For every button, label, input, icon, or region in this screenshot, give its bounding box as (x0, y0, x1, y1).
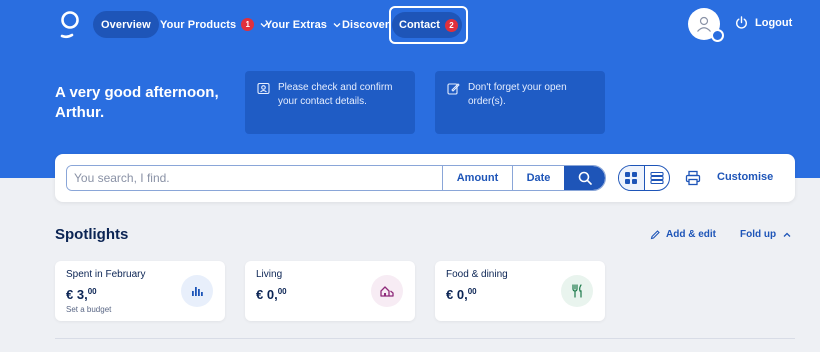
card-amount: € 3,00 (66, 287, 97, 302)
list-view-icon (650, 171, 664, 185)
pencil-icon (650, 230, 660, 240)
card-icon-wrap (371, 275, 403, 307)
fold-up-button[interactable]: Fold up (740, 229, 791, 240)
nav-discover-label: Discover (342, 18, 390, 31)
add-edit-button[interactable]: Add & edit (650, 229, 716, 240)
card-label: Living (256, 269, 283, 280)
avatar[interactable] (688, 8, 724, 42)
spotlight-card-food[interactable]: Food & dining € 0,00 (435, 261, 605, 321)
amount-filter-button[interactable]: Amount (442, 166, 512, 190)
amount-filter-label: Amount (456, 172, 499, 184)
notice-open-orders[interactable]: Don't forget your open order(s). (435, 71, 605, 134)
add-edit-label: Add & edit (666, 229, 716, 240)
fold-up-label: Fold up (740, 229, 777, 240)
notice-contact-details[interactable]: Please check and confirm your contact de… (245, 71, 415, 134)
nav-overview-label: Overview (101, 18, 151, 31)
nav-products-badge: 1 (241, 18, 255, 31)
greeting-heading: A very good afternoon, Arthur. (55, 84, 219, 121)
notice-orders-text: Don't forget your open order(s). (468, 82, 567, 107)
edit-note-icon (447, 83, 460, 95)
chevron-down-icon (333, 22, 341, 27)
card-amount: € 0,00 (256, 287, 287, 302)
card-label: Food & dining (446, 269, 508, 280)
spotlight-card-spent[interactable]: Spent in February € 3,00 Set a budget (55, 261, 225, 321)
card-currency: € (256, 287, 264, 302)
customise-button[interactable]: Customise (717, 171, 773, 183)
nav-contact[interactable]: Contact 2 (392, 12, 462, 38)
search-input[interactable] (67, 166, 442, 190)
nav-your-extras-label: Your Extras (265, 18, 328, 31)
list-view-button[interactable] (645, 166, 670, 190)
notice-contact-text: Please check and confirm your contact de… (278, 82, 393, 107)
card-amount-int: 3, (76, 287, 88, 302)
nav-your-products-label: Your Products (160, 18, 237, 31)
search-submit-button[interactable] (564, 166, 605, 190)
view-toggle (618, 165, 670, 191)
logout-button[interactable]: Logout (735, 16, 792, 29)
card-amount-int: 0, (456, 287, 468, 302)
nav-discover[interactable]: Discover (342, 11, 389, 38)
settings-badge-icon (711, 29, 724, 42)
logo-icon[interactable] (58, 10, 84, 40)
nav-your-products[interactable]: Your Products 1 (160, 11, 268, 38)
card-amount-dec: 00 (277, 287, 287, 296)
spotlights-title: Spotlights (55, 226, 129, 243)
card-amount: € 0,00 (446, 287, 477, 302)
card-label: Spent in February (66, 269, 146, 280)
date-filter-button[interactable]: Date (512, 166, 564, 190)
power-icon (736, 16, 747, 29)
user-icon (697, 16, 711, 32)
date-filter-label: Date (526, 172, 551, 184)
print-icon[interactable] (685, 170, 701, 186)
set-budget-link[interactable]: Set a budget (66, 305, 111, 314)
nav-your-extras[interactable]: Your Extras (265, 11, 341, 38)
nav-overview[interactable]: Overview (93, 11, 159, 38)
card-currency: € (66, 287, 74, 302)
search-icon (578, 171, 592, 185)
card-amount-dec: 00 (467, 287, 477, 296)
card-amount-dec: 00 (87, 287, 97, 296)
search-card: Amount Date (55, 154, 795, 202)
nav-contact-badge: 2 (444, 18, 458, 32)
house-icon (380, 286, 394, 297)
search-box: Amount Date (66, 165, 606, 191)
section-divider (55, 338, 795, 339)
chevron-up-icon (783, 232, 791, 237)
fork-knife-icon (572, 284, 582, 298)
grid-view-button[interactable] (619, 166, 645, 190)
card-icon-wrap (181, 275, 213, 307)
card-icon-wrap (561, 275, 593, 307)
card-amount-int: 0, (266, 287, 278, 302)
card-currency: € (446, 287, 454, 302)
grid-view-icon (625, 172, 638, 184)
bar-chart-icon (192, 287, 203, 296)
nav-contact-label: Contact (399, 19, 440, 31)
logout-label: Logout (755, 16, 793, 29)
contact-card-icon (257, 82, 270, 95)
spotlight-card-living[interactable]: Living € 0,00 (245, 261, 415, 321)
